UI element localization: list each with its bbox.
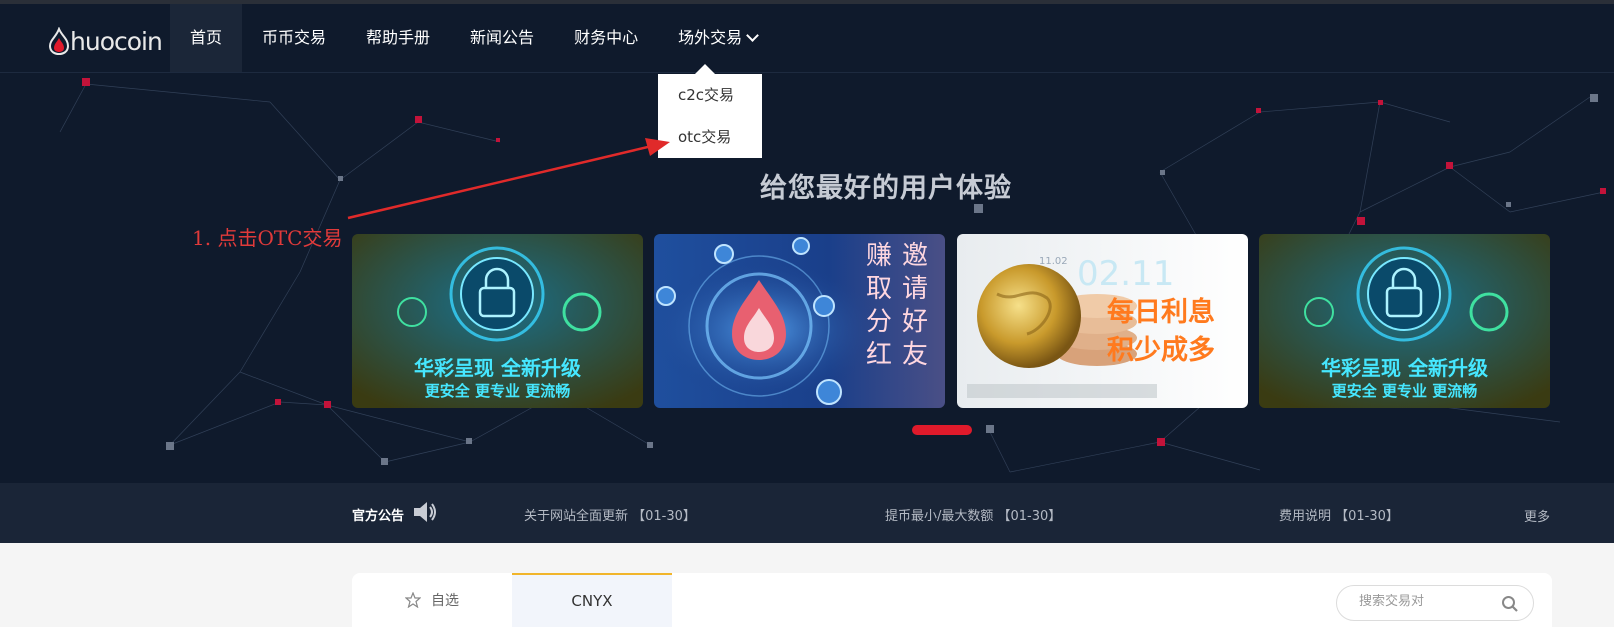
tab-favorites[interactable]: 自选 [352,573,512,627]
announcement-title: 官方公告 [352,509,405,524]
banner-upgrade-line2: 更安全 更专业 更流畅 [424,382,571,400]
banner-invite-col2: 赚取分红 [865,241,892,370]
banner-interest-line1: 每日利息 [1107,297,1215,328]
pair-search-box [1336,585,1534,621]
announcement-item[interactable]: 关于网站全面更新 【01-30】 [524,505,696,524]
speaker-icon [414,502,436,522]
banner-interest-date: 02.11 [1077,254,1175,294]
banner-interest-line2: 积少成多 [1107,335,1215,366]
banner-invite[interactable]: 邀请好友 赚取分红 [654,234,945,408]
pair-search-input[interactable] [1359,594,1499,609]
announcement-more-link[interactable]: 更多 [1524,506,1550,525]
announcement-item[interactable]: 费用说明 【01-30】 [1279,505,1399,524]
banner-upgrade-2[interactable]: 华彩呈现 全新升级 更安全 更专业 更流畅 [1259,234,1550,408]
tab-favorites-label: 自选 [431,593,459,609]
announcement-bar: 官方公告 关于网站全面更新 【01-30】 提币最小/最大数额 【01-30】 … [0,483,1614,543]
banner-upgrade[interactable]: 华彩呈现 全新升级 更安全 更专业 更流畅 [352,234,643,408]
market-card: 自选 CNYX [352,573,1552,627]
tab-cnyx[interactable]: CNYX [512,573,672,627]
banner-interest-date-small: 11.02 [1039,256,1068,267]
announcement-item[interactable]: 提币最小/最大数额 【01-30】 [885,505,1061,524]
search-icon[interactable] [1501,595,1519,613]
banner-interest[interactable]: 02.11 11.02 每日利息 积少成多 [957,234,1248,408]
banner-upgrade-2-line1: 华彩呈现 全新升级 [1321,356,1488,380]
banner-invite-col1: 邀请好友 [901,241,928,370]
tab-cnyx-label: CNYX [571,592,613,610]
banner-upgrade-2-line2: 更安全 更专业 更流畅 [1331,382,1478,400]
carousel-indicator[interactable] [912,425,972,435]
star-icon [405,592,421,608]
banner-upgrade-line1: 华彩呈现 全新升级 [414,356,581,380]
